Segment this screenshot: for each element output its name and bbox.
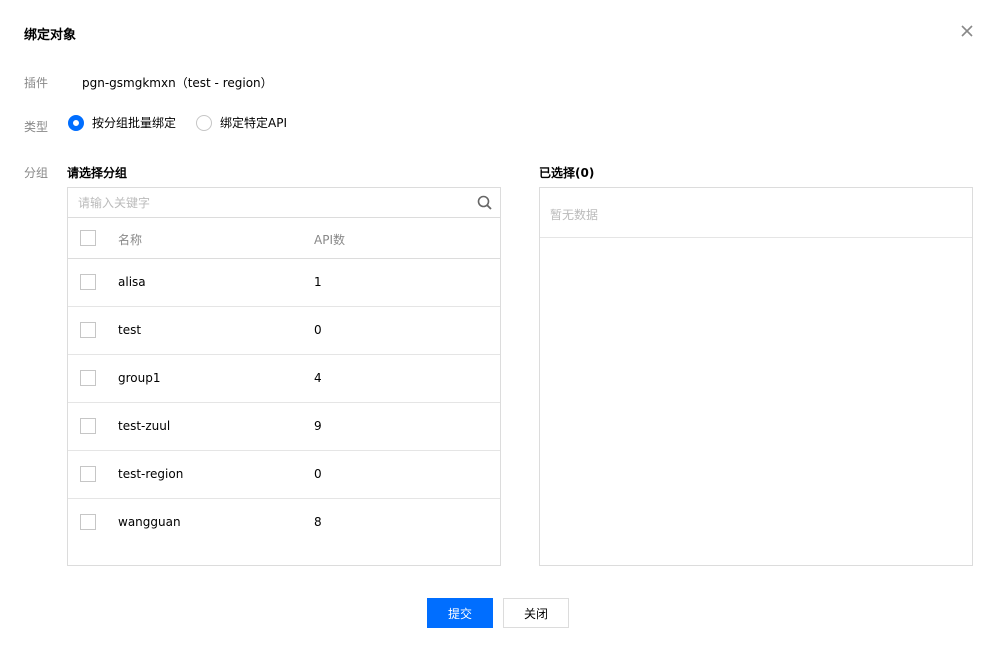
empty-text: 暂无数据	[550, 208, 599, 222]
table-row[interactable]: group1 4	[68, 355, 500, 403]
column-header-name: 名称	[118, 233, 143, 247]
row-api-count: 0	[314, 323, 322, 337]
row-checkbox[interactable]	[80, 322, 96, 338]
row-name: alisa	[118, 275, 146, 289]
close-button[interactable]: 关闭	[503, 598, 569, 628]
select-group-title: 请选择分组	[67, 166, 128, 180]
radio-batch-by-group[interactable]: 按分组批量绑定	[68, 114, 176, 131]
search-icon[interactable]	[477, 195, 492, 210]
submit-button[interactable]: 提交	[427, 598, 493, 628]
row-api-count: 8	[314, 515, 322, 529]
row-api-count: 9	[314, 419, 322, 433]
bind-object-dialog: 绑定对象 插件 pgn-gsmgkmxn（test - region） 类型 按…	[0, 0, 992, 650]
table-row[interactable]: alisa 1	[68, 259, 500, 307]
row-name: test	[118, 323, 142, 337]
row-checkbox[interactable]	[80, 514, 96, 530]
empty-state: 暂无数据	[540, 188, 972, 238]
table-header: 名称 API数	[68, 218, 500, 259]
type-radio-group: 按分组批量绑定 绑定特定API	[68, 114, 307, 131]
search-box	[68, 188, 500, 218]
table-row[interactable]: test-zuul 9	[68, 403, 500, 451]
plugin-label: 插件	[24, 76, 49, 90]
radio-checked-icon[interactable]	[68, 114, 84, 131]
table-row[interactable]: test 0	[68, 307, 500, 355]
row-checkbox[interactable]	[80, 418, 96, 434]
radio-batch-by-group-label: 按分组批量绑定	[92, 116, 177, 130]
row-checkbox[interactable]	[80, 274, 96, 290]
radio-specific-api[interactable]: 绑定特定API	[196, 114, 287, 131]
radio-unchecked-icon[interactable]	[196, 114, 213, 131]
selected-title: 已选择(0)	[539, 166, 595, 180]
radio-specific-api-label: 绑定特定API	[220, 116, 288, 130]
row-api-count: 4	[314, 371, 322, 385]
table-row[interactable]: test-region 0	[68, 451, 500, 499]
dialog-title: 绑定对象	[24, 28, 77, 43]
row-checkbox[interactable]	[80, 370, 96, 386]
select-all-checkbox[interactable]	[80, 230, 96, 246]
row-name: test-region	[118, 467, 184, 481]
plugin-value: pgn-gsmgkmxn（test - region）	[82, 76, 273, 90]
row-checkbox[interactable]	[80, 466, 96, 482]
group-label: 分组	[24, 166, 49, 180]
row-api-count: 0	[314, 467, 322, 481]
row-name: wangguan	[118, 515, 181, 529]
selected-panel: 暂无数据	[539, 187, 973, 566]
row-api-count: 1	[314, 275, 322, 289]
group-select-panel: 名称 API数 alisa 1 test 0 group1 4 test-zuu…	[67, 187, 501, 566]
column-header-api-count: API数	[314, 233, 345, 247]
row-name: group1	[118, 371, 161, 385]
search-input[interactable]	[68, 188, 500, 217]
type-label: 类型	[24, 120, 49, 134]
table-row[interactable]: wangguan 8	[68, 499, 500, 547]
row-name: test-zuul	[118, 419, 171, 433]
close-icon[interactable]	[958, 22, 976, 40]
